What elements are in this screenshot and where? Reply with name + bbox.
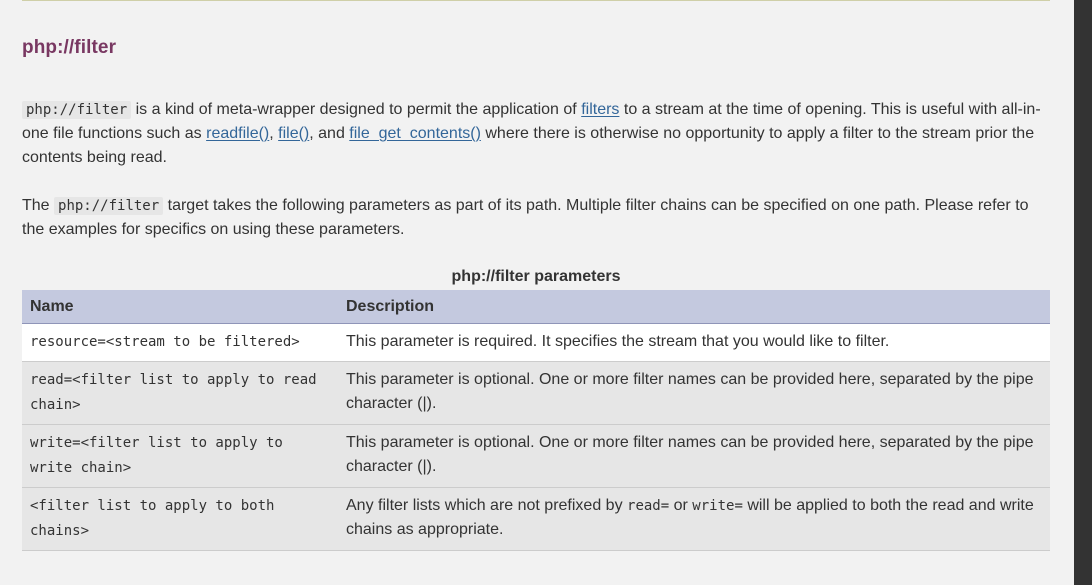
filters-link[interactable]: filters — [581, 101, 619, 118]
inline-code: php://filter — [54, 197, 164, 215]
param-description: This parameter is optional. One or more … — [338, 361, 1050, 425]
vertical-scrollbar[interactable] — [1074, 0, 1092, 585]
param-description: This parameter is required. It specifies… — [338, 323, 1050, 362]
table-caption: php://filter parameters — [451, 268, 621, 285]
text: Any filter lists which are not prefixed … — [346, 497, 628, 514]
table-header-row: Name Description — [22, 290, 1050, 324]
inline-code: read= — [627, 498, 670, 514]
text: or — [669, 497, 693, 514]
param-name: read=<filter list to apply to read chain… — [22, 361, 338, 425]
intro-paragraph: php://filter is a kind of meta-wrapper d… — [22, 98, 1052, 170]
parameters-table: Name Description resource=<stream to be … — [22, 290, 1050, 551]
section-title: php://filter — [22, 37, 117, 58]
column-header-description: Description — [338, 290, 1050, 324]
param-name: write=<filter list to apply to write cha… — [22, 424, 338, 488]
param-name: <filter list to apply to both chains> — [22, 487, 338, 551]
table-row: read=<filter list to apply to read chain… — [22, 361, 1050, 425]
column-header-name: Name — [22, 290, 338, 324]
param-description: Any filter lists which are not prefixed … — [338, 487, 1050, 551]
param-name: resource=<stream to be filtered> — [22, 323, 338, 362]
param-description: This parameter is optional. One or more … — [338, 424, 1050, 488]
table-row: write=<filter list to apply to write cha… — [22, 424, 1050, 488]
text: target takes the following parameters as… — [22, 197, 1029, 238]
readfile-link[interactable]: readfile() — [206, 125, 269, 142]
inline-code: write= — [692, 498, 743, 514]
table-row: <filter list to apply to both chains> An… — [22, 487, 1050, 551]
text: , and — [309, 125, 350, 142]
file-get-contents-link[interactable]: file_get_contents() — [349, 125, 481, 142]
file-link[interactable]: file() — [278, 125, 309, 142]
parameters-paragraph: The php://filter target takes the follow… — [22, 194, 1052, 242]
text: The — [22, 197, 55, 214]
text: is a kind of meta-wrapper designed to pe… — [131, 101, 582, 118]
inline-code: php://filter — [22, 101, 132, 119]
top-divider — [22, 0, 1050, 1]
table-row: resource=<stream to be filtered> This pa… — [22, 323, 1050, 362]
text: , — [269, 125, 279, 142]
